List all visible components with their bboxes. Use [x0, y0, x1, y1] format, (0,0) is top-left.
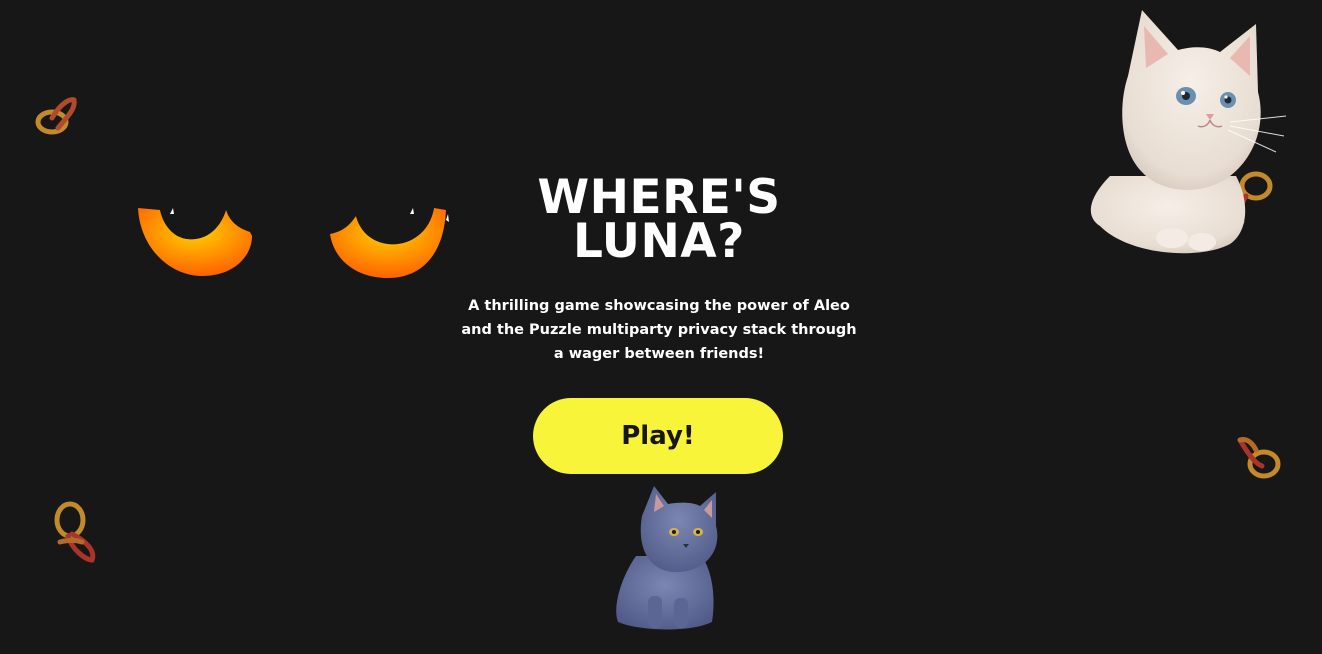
title-line-2: LUNA?	[573, 214, 745, 269]
pretzel-icon	[35, 97, 77, 135]
white-kitten	[1090, 10, 1287, 254]
cat-eyes-icon	[138, 208, 449, 278]
gray-cat	[616, 486, 718, 630]
play-button[interactable]: Play!	[533, 398, 783, 474]
pretzel-icon	[1237, 437, 1281, 479]
game-description: A thrilling game showcasing the power of…	[461, 298, 857, 362]
landing-screen: WHERE'S LUNA? A thrilling game showcasin…	[0, 0, 1322, 654]
game-title: WHERE'S LUNA?	[511, 174, 807, 269]
pretzel-icon	[54, 501, 96, 563]
